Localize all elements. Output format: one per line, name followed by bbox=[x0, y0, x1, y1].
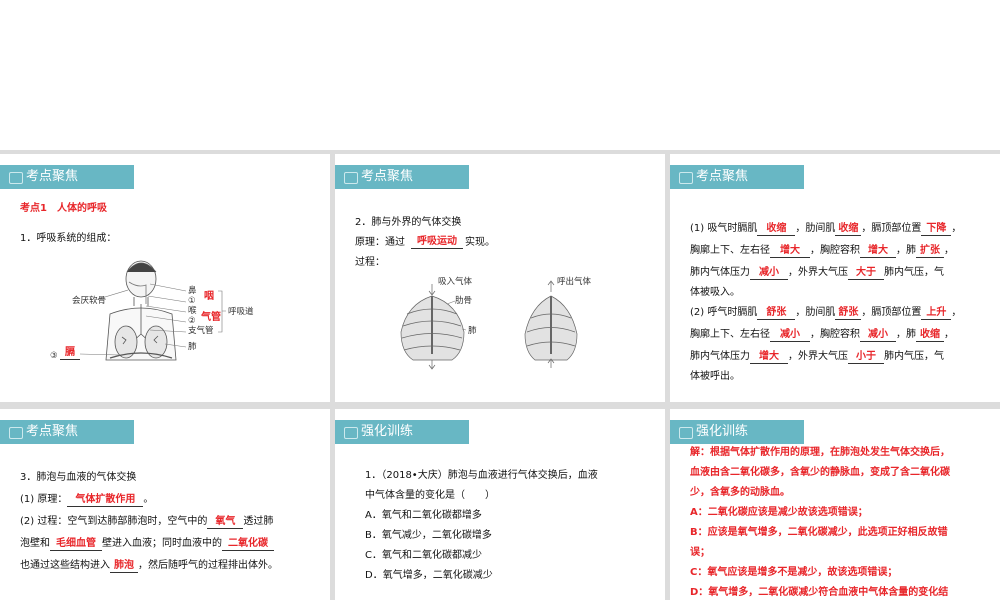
explanation-line-1: 解：根据气体扩散作用的原理，在肺泡处发生气体交换后， bbox=[690, 447, 950, 458]
answer-diaphragm: 膈 bbox=[60, 347, 80, 360]
label-bronchi: 支气管 bbox=[188, 326, 214, 336]
respiratory-system-figure bbox=[79, 260, 226, 361]
slide-lung-gas-exchange-external[interactable]: 考点聚焦 2．肺与外界的气体交换 原理：通过 呼吸运动 实现。 过程： 吸入气体… bbox=[335, 154, 665, 402]
process-line-2: 泡壁和 毛细血管 壁进入血液；同时血液中的 二氧化碳 bbox=[20, 537, 274, 551]
slide-tab-label: 考点聚焦 bbox=[0, 420, 134, 444]
slide-answer-explanation[interactable]: 强化训练 解：根据气体扩散作用的原理，在肺泡处发生气体交换后， 血液由含二氧化碳… bbox=[670, 409, 1000, 600]
explanation-line-8: D：氧气增多，二氧化碳减少符合血液中气体含量的变化结 bbox=[690, 587, 949, 598]
slide-inhale-exhale-mechanics[interactable]: 考点聚焦 (1) 吸气时膈肌 收缩 ，肋间肌 收缩 ，膈顶部位置 下降， 胸廓上下、左右径… bbox=[670, 154, 1000, 402]
principle-line: (1) 原理： 气体扩散作用。 bbox=[20, 494, 154, 507]
exhale-line-2: 胸廓上下、左右径 减小 ，胸腔容积 减小 ，肺 收缩， bbox=[690, 329, 954, 342]
option-d[interactable]: D．氧气增多，二氧化碳减少 bbox=[365, 569, 493, 583]
explanation-line-3: 少，含氧多的动脉血。 bbox=[690, 487, 790, 498]
process-line-3: 也通过这些结构进入 肺泡 ，然后随呼气的过程排出体外。 bbox=[20, 560, 278, 573]
answer-inhale-pressure: 减小 bbox=[750, 267, 788, 280]
answer-inhale-lung: 扩张 bbox=[916, 245, 944, 258]
answer-diffusion: 气体扩散作用 bbox=[67, 494, 144, 507]
label-epiglottis: 会厌软骨 bbox=[72, 296, 107, 306]
inhale-line-4: 体被吸入。 bbox=[690, 287, 740, 298]
answer-exhale-volume: 减小 bbox=[860, 329, 896, 342]
exhale-line-4: 体被呼出。 bbox=[690, 371, 740, 382]
answer-inhale-diaphragm: 收缩 bbox=[757, 223, 796, 236]
explanation-line-2: 血液由含二氧化碳多，含氧少的静脉血，变成了含二氧化碳 bbox=[690, 467, 950, 478]
inhale-line-3: 肺内气体压力 减小 ，外界大气压 大于 肺内气压，气 bbox=[690, 267, 944, 280]
answer-exhale-dome: 上升 bbox=[921, 307, 952, 320]
question-line-1: 1．（2018•大庆）肺泡与血液进行气体交换后，血液 bbox=[365, 470, 598, 481]
answer-exhale-lung: 收缩 bbox=[916, 329, 944, 342]
label-exhale-air: 呼出气体 bbox=[557, 277, 592, 287]
label-airway: 呼吸道 bbox=[228, 307, 254, 317]
slide-alveoli-blood-exchange[interactable]: 考点聚焦 3．肺泡与血液的气体交换 (1) 原理： 气体扩散作用。 (2) 过程：… bbox=[0, 409, 330, 600]
exhale-line-1: (2) 呼气时膈肌 舒张 ，肋间肌 舒张 ，膈顶部位置 上升， bbox=[690, 307, 962, 320]
question-line-2: 中气体含量的变化是（ ） bbox=[365, 490, 495, 501]
answer-exhale-compare: 小于 bbox=[848, 351, 884, 364]
answer-exhale-pressure: 增大 bbox=[750, 351, 788, 364]
option-b[interactable]: B．氧气减少，二氧化碳增多 bbox=[365, 529, 492, 543]
ribcage-figure bbox=[400, 280, 578, 370]
answer-alveoli: 肺泡 bbox=[110, 560, 138, 573]
answer-exhale-intercostal: 舒张 bbox=[835, 307, 862, 320]
slide-tab-label: 强化训练 bbox=[335, 420, 469, 444]
explanation-line-6: 误； bbox=[690, 547, 710, 558]
answer-pharynx: 咽 bbox=[204, 291, 214, 302]
ribcage-exhale bbox=[524, 280, 578, 368]
answer-trachea: 气管 bbox=[201, 312, 221, 323]
answer-capillary: 毛细血管 bbox=[50, 538, 102, 551]
explanation-line-5: B：应该是氧气增多，二氧化碳减少，此选项正好相反故错 bbox=[690, 527, 948, 538]
answer-inhale-dome: 下降 bbox=[921, 223, 952, 236]
inhale-line-1: (1) 吸气时膈肌 收缩 ，肋间肌 收缩 ，膈顶部位置 下降， bbox=[690, 223, 962, 236]
label-inhale-air: 吸入气体 bbox=[438, 277, 473, 287]
slide-tab-label: 强化训练 bbox=[670, 420, 804, 444]
option-a[interactable]: A．氧气和二氧化碳都增多 bbox=[365, 509, 482, 523]
answer-exhale-thorax: 减小 bbox=[770, 329, 810, 342]
explanation-line-7: C：氧气应该是增多不是减少，故该选项错误； bbox=[690, 567, 898, 578]
human-torso-drawing bbox=[105, 260, 177, 361]
process-line-1: (2) 过程：空气到达肺部肺泡时，空气中的 氧气 透过肺 bbox=[20, 516, 274, 529]
label-rib: 肋骨 bbox=[455, 296, 473, 306]
explanation-line-4: A：二氧化碳应该是减少故该选项错误； bbox=[690, 507, 868, 518]
slide-tab-label: 考点聚焦 bbox=[670, 165, 804, 189]
answer-oxygen: 氧气 bbox=[207, 516, 244, 529]
label-lung-fig: 肺 bbox=[468, 326, 477, 336]
option-c[interactable]: C．氧气和二氧化碳都减少 bbox=[365, 549, 482, 563]
answer-inhale-volume: 增大 bbox=[860, 245, 896, 258]
slide-respiratory-system[interactable]: 考点聚焦 考点1 人体的呼吸 1．呼吸系统的组成： 会厌软骨 鼻 ① 喉 ② 支… bbox=[0, 154, 330, 402]
answer-inhale-intercostal: 收缩 bbox=[835, 223, 862, 236]
answer-inhale-compare: 大于 bbox=[848, 267, 884, 280]
answer-exhale-diaphragm: 舒张 bbox=[757, 307, 796, 320]
answer-inhale-thorax: 增大 bbox=[770, 245, 810, 258]
label-lung: 肺 bbox=[188, 342, 197, 352]
slide-practice-question[interactable]: 强化训练 1．（2018•大庆）肺泡与血液进行气体交换后，血液 中气体含量的变化… bbox=[335, 409, 665, 600]
inhale-line-2: 胸廓上下、左右径 增大 ，胸腔容积 增大 ，肺 扩张， bbox=[690, 245, 954, 258]
exhale-line-3: 肺内气体压力 增大 ，外界大气压 小于 肺内气压，气 bbox=[690, 351, 944, 364]
item-3-title: 3．肺泡与血液的气体交换 bbox=[20, 472, 137, 483]
label-circle-3: ③ bbox=[50, 351, 58, 361]
answer-co2: 二氧化碳 bbox=[222, 538, 274, 551]
